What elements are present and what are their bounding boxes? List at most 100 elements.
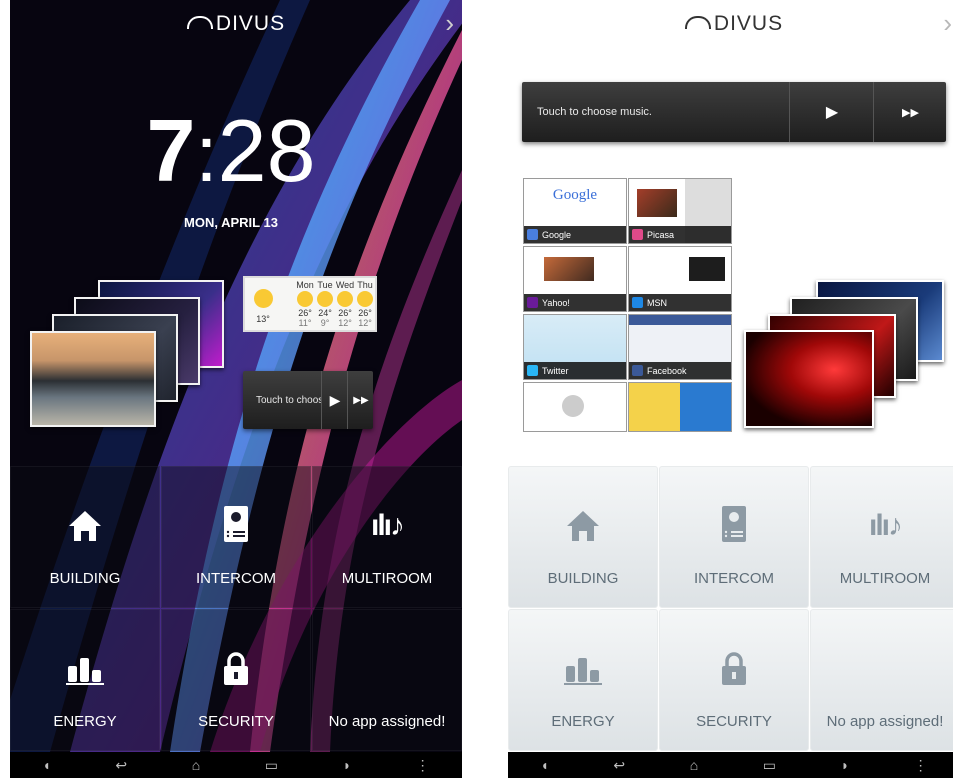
app-tile-security[interactable]: SECURITY <box>659 609 809 751</box>
app-label: MULTIROOM <box>341 570 433 587</box>
bookmark-caption: Yahoo! <box>524 294 626 311</box>
clock-hour: 7 <box>146 101 196 200</box>
msn-thumbnail-banner <box>689 257 725 281</box>
clock-minutes: 28 <box>217 101 316 200</box>
forecast-low: 12° <box>358 318 372 328</box>
bookmark-twitter[interactable]: Twitter <box>523 314 627 380</box>
app-label: BUILDING <box>49 570 121 587</box>
back-icon[interactable]: ↩ <box>613 757 625 774</box>
current-temp: 13° <box>256 314 270 324</box>
volume-down-icon[interactable]: ◖ <box>540 757 548 773</box>
divus-logo: DIVUS <box>10 12 462 36</box>
picasa-thumbnail-photo <box>637 189 677 217</box>
app-tile-unassigned[interactable]: No app assigned! <box>312 609 462 751</box>
msn-favicon-icon <box>632 297 643 308</box>
house-icon <box>67 499 103 543</box>
logo-arc-icon <box>186 16 213 29</box>
clock-separator: : <box>195 109 218 198</box>
volume-up-icon[interactable]: ◗ <box>343 757 351 773</box>
bookmark-label: Yahoo! <box>542 297 570 308</box>
music-prompt[interactable]: Touch to choose music. <box>537 106 652 118</box>
globe-icon <box>562 395 584 417</box>
menu-icon[interactable]: ⋮ <box>914 757 928 774</box>
intercom-icon <box>721 499 747 543</box>
home-icon[interactable]: ⌂ <box>690 757 698 773</box>
weather-widget[interactable]: 13° Mon 26° 11° Tue 24° 9° Wed 26° 12° T… <box>243 276 377 332</box>
bookmark-caption: Facebook <box>629 362 731 379</box>
photo-front-landscape <box>30 331 156 427</box>
next-track-button[interactable]: ▶▶ <box>347 371 374 429</box>
app-label: SECURITY <box>198 713 274 730</box>
yahoo-favicon-icon <box>527 297 538 308</box>
photo-front-red-abstract <box>744 330 874 428</box>
bookmark-label: Twitter <box>542 365 569 376</box>
recent-apps-icon[interactable]: ▭ <box>265 757 278 774</box>
app-tile-building[interactable]: BUILDING <box>10 466 160 608</box>
bookmark-google[interactable]: Google Google <box>523 178 627 244</box>
padlock-icon <box>222 642 250 686</box>
bookmark-caption: Picasa <box>629 226 731 243</box>
bookmark-msn[interactable]: MSN <box>628 246 732 312</box>
light-theme-screen: DIVUS › Touch to choose music. ▶ ▶▶ Goog… <box>508 0 953 778</box>
app-tile-intercom[interactable]: INTERCOM <box>659 466 809 608</box>
app-tile-multiroom[interactable]: ılı♪ MULTIROOM <box>810 466 953 608</box>
partly-cloudy-icon <box>357 291 373 307</box>
weather-current: 13° <box>251 288 275 324</box>
next-page-chevron-icon[interactable]: › <box>445 8 454 39</box>
bookmark-picasa[interactable]: Picasa <box>628 178 732 244</box>
brand-name: DIVUS <box>713 12 784 35</box>
music-note-icon: ılı♪ <box>370 509 405 542</box>
house-icon <box>565 499 601 543</box>
app-label: INTERCOM <box>196 570 276 587</box>
app-label: No app assigned! <box>826 713 944 730</box>
app-tile-building[interactable]: BUILDING <box>508 466 658 608</box>
app-tile-energy[interactable]: ENERGY <box>508 609 658 751</box>
menu-icon[interactable]: ⋮ <box>416 757 430 774</box>
bookmark-news[interactable] <box>628 382 732 432</box>
music-prompt[interactable]: Touch to choose music. <box>256 395 322 406</box>
divus-logo: DIVUS <box>508 12 953 36</box>
app-tile-unassigned[interactable]: No app assigned! <box>810 609 953 751</box>
app-label: ENERGY <box>53 713 117 730</box>
bookmark-yahoo[interactable]: Yahoo! <box>523 246 627 312</box>
home-icon[interactable]: ⌂ <box>192 757 200 773</box>
play-button[interactable]: ▶ <box>321 371 348 429</box>
app-label: INTERCOM <box>694 570 774 587</box>
music-note-icon: ılı♪ <box>868 509 903 542</box>
dark-theme-screen: DIVUS › 7:28 MON, APRIL 13 13° Mon 26° 1… <box>10 0 462 778</box>
logo-arc-icon <box>684 16 711 29</box>
volume-down-icon[interactable]: ◖ <box>42 757 50 773</box>
app-tile-intercom[interactable]: INTERCOM <box>161 466 311 608</box>
app-tile-security[interactable]: SECURITY <box>161 609 311 751</box>
sun-icon <box>253 289 273 308</box>
bookmark-label: Picasa <box>647 229 675 240</box>
bookmark-caption: Twitter <box>524 362 626 379</box>
app-tile-energy[interactable]: ENERGY <box>10 609 160 751</box>
next-page-chevron-icon[interactable]: › <box>943 8 952 39</box>
bookmark-wikipedia[interactable] <box>523 382 627 432</box>
bookmark-label: Facebook <box>647 365 687 376</box>
forecast-thu: Thu 26° 12° <box>353 280 377 328</box>
volume-up-icon[interactable]: ◗ <box>841 757 849 773</box>
music-widget[interactable]: Touch to choose music. ▶ ▶▶ <box>243 371 373 429</box>
app-tile-multiroom[interactable]: ılı♪ MULTIROOM <box>312 466 462 608</box>
forecast-high: 26° <box>358 308 372 318</box>
play-button[interactable]: ▶ <box>789 82 874 142</box>
back-icon[interactable]: ↩ <box>115 757 127 774</box>
bookmark-caption: Google <box>524 226 626 243</box>
facebook-favicon-icon <box>632 365 643 376</box>
next-track-button[interactable]: ▶▶ <box>873 82 947 142</box>
forecast-day: Thu <box>357 280 373 290</box>
clock-widget[interactable]: 7:28 <box>10 100 452 202</box>
bookmark-facebook[interactable]: Facebook <box>628 314 732 380</box>
google-thumbnail-logo: Google <box>552 187 598 203</box>
twitter-favicon-icon <box>527 365 538 376</box>
app-label: SECURITY <box>696 713 772 730</box>
date-label: MON, APRIL 13 <box>184 215 278 230</box>
recent-apps-icon[interactable]: ▭ <box>763 757 776 774</box>
partly-cloudy-icon <box>317 291 333 307</box>
intercom-icon <box>223 499 249 543</box>
system-navbar: ◖ ↩ ⌂ ▭ ◗ ⋮ <box>10 752 462 778</box>
music-widget[interactable]: Touch to choose music. ▶ ▶▶ <box>522 82 946 142</box>
bar-chart-icon <box>66 642 104 686</box>
